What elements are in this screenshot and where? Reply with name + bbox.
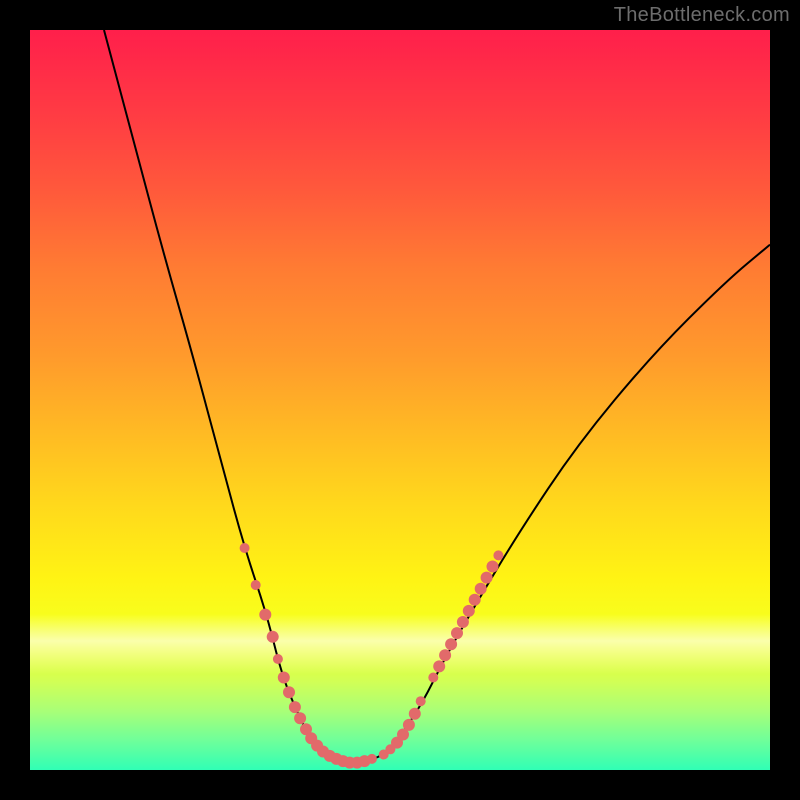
curve-marker (409, 708, 421, 720)
curve-marker (278, 672, 290, 684)
chart-stage: TheBottleneck.com (0, 0, 800, 800)
curve-marker (267, 631, 279, 643)
curve-marker (463, 605, 475, 617)
curve-marker (457, 616, 469, 628)
plot-area (30, 30, 770, 770)
curve-marker (445, 638, 457, 650)
curve-marker (367, 754, 377, 764)
attribution-label: TheBottleneck.com (614, 4, 790, 27)
curve-marker (469, 594, 481, 606)
chart-svg (30, 30, 770, 770)
curve-marker (294, 712, 306, 724)
curve-marker (428, 673, 438, 683)
bottleneck-curve (104, 30, 770, 762)
curve-marker (251, 580, 261, 590)
curve-marker (416, 696, 426, 706)
curve-marker (259, 609, 271, 621)
curve-marker (433, 660, 445, 672)
curve-markers (240, 543, 504, 769)
curve-marker (481, 572, 493, 584)
curve-marker (475, 583, 487, 595)
curve-marker (240, 543, 250, 553)
curve-marker (273, 654, 283, 664)
curve-marker (487, 561, 499, 573)
curve-marker (289, 701, 301, 713)
curve-marker (439, 649, 451, 661)
curve-marker (493, 550, 503, 560)
curve-marker (403, 719, 415, 731)
curve-marker (283, 686, 295, 698)
curve-marker (451, 627, 463, 639)
